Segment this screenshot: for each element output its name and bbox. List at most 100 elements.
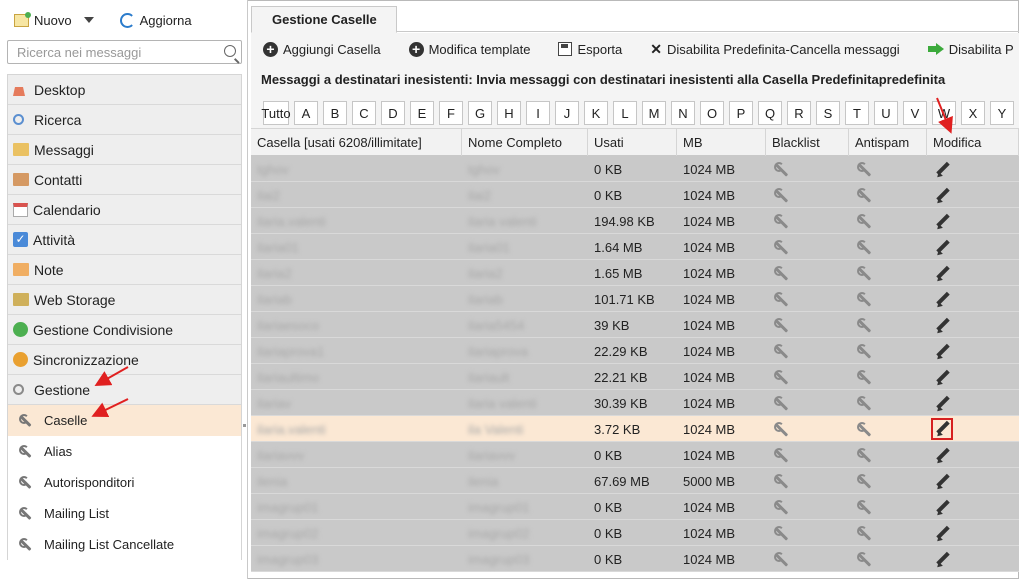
sidebar-subitem-mailing-list-cancellate[interactable]: Mailing List Cancellate <box>8 529 241 560</box>
antispam-wrench-icon[interactable] <box>856 474 874 490</box>
letter-filter-h[interactable]: H <box>497 101 521 125</box>
column-header[interactable]: Blacklist <box>766 129 849 156</box>
sidebar-subitem-mailing-list[interactable]: Mailing List <box>8 498 241 529</box>
blacklist-wrench-icon[interactable] <box>773 526 791 542</box>
antispam-wrench-icon[interactable] <box>856 162 874 178</box>
table-row[interactable]: imagrup02 imagrup02 0 KB 1024 MB <box>251 520 1019 546</box>
letter-filter-d[interactable]: D <box>381 101 405 125</box>
blacklist-wrench-icon[interactable] <box>773 240 791 256</box>
letter-filter-r[interactable]: R <box>787 101 811 125</box>
column-header[interactable]: Casella [usati 6208/illimitate] <box>251 129 462 156</box>
blacklist-wrench-icon[interactable] <box>773 162 791 178</box>
blacklist-wrench-icon[interactable] <box>773 344 791 360</box>
sidebar-item-calendario[interactable]: Calendario <box>8 195 241 225</box>
search-icon[interactable] <box>224 45 236 57</box>
letter-filter-n[interactable]: N <box>671 101 695 125</box>
letter-filter-b[interactable]: B <box>323 101 347 125</box>
antispam-wrench-icon[interactable] <box>856 526 874 542</box>
antispam-wrench-icon[interactable] <box>856 448 874 464</box>
edit-pencil-icon[interactable] <box>934 474 952 490</box>
table-row[interactable]: ilai2 ilai2 0 KB 1024 MB <box>251 182 1019 208</box>
search-input[interactable] <box>8 41 208 63</box>
letter-filter-e[interactable]: E <box>410 101 434 125</box>
blacklist-wrench-icon[interactable] <box>773 474 791 490</box>
sidebar-item-contatti[interactable]: Contatti <box>8 165 241 195</box>
sidebar-subitem-alias[interactable]: Alias <box>8 436 241 467</box>
letter-filter-w[interactable]: W <box>932 101 956 125</box>
edit-pencil-icon[interactable] <box>934 266 952 282</box>
sidebar-item-gestione[interactable]: Gestione <box>8 375 241 405</box>
letter-filter-y[interactable]: Y <box>990 101 1014 125</box>
sidebar-item-attivit-[interactable]: ✓ Attività <box>8 225 241 255</box>
disable-default-button[interactable]: ✕ Disabilita Predefinita-Cancella messag… <box>650 41 899 58</box>
blacklist-wrench-icon[interactable] <box>773 266 791 282</box>
edit-pencil-icon[interactable] <box>934 292 952 308</box>
antispam-wrench-icon[interactable] <box>856 370 874 386</box>
edit-pencil-icon[interactable] <box>934 500 952 516</box>
table-row[interactable]: ilariaesoco ilaria5454 39 KB 1024 MB <box>251 312 1019 338</box>
table-row[interactable]: ilariaultimo ilariault 22.21 KB 1024 MB <box>251 364 1019 390</box>
letter-filter-p[interactable]: P <box>729 101 753 125</box>
letter-filter-u[interactable]: U <box>874 101 898 125</box>
blacklist-wrench-icon[interactable] <box>773 318 791 334</box>
column-header[interactable]: Nome Completo <box>462 129 588 156</box>
antispam-wrench-icon[interactable] <box>856 552 874 568</box>
table-row[interactable]: ilariab ilariab 101.71 KB 1024 MB <box>251 286 1019 312</box>
edit-pencil-icon[interactable] <box>934 370 952 386</box>
disable-p-button[interactable]: Disabilita P <box>927 42 1014 57</box>
letter-filter-o[interactable]: O <box>700 101 724 125</box>
table-row[interactable]: ilariav ilaria valenti 30.39 KB 1024 MB <box>251 390 1019 416</box>
edit-pencil-icon[interactable] <box>934 214 952 230</box>
letter-filter-c[interactable]: C <box>352 101 376 125</box>
chevron-down-icon[interactable] <box>83 17 94 23</box>
antispam-wrench-icon[interactable] <box>856 422 874 438</box>
sidebar-item-note[interactable]: Note <box>8 255 241 285</box>
letter-filter-g[interactable]: G <box>468 101 492 125</box>
sidebar-item-web-storage[interactable]: Web Storage <box>8 285 241 315</box>
edit-pencil-icon[interactable] <box>934 448 952 464</box>
sidebar-item-sincronizzazione[interactable]: Sincronizzazione <box>8 345 241 375</box>
antispam-wrench-icon[interactable] <box>856 188 874 204</box>
table-row[interactable]: ilaria2 ilaria2 1.65 MB 1024 MB <box>251 260 1019 286</box>
sidebar-resize-handle[interactable] <box>243 424 246 427</box>
edit-pencil-icon[interactable] <box>934 162 952 178</box>
antispam-wrench-icon[interactable] <box>856 500 874 516</box>
column-header[interactable]: Modifica <box>927 129 1019 156</box>
table-row[interactable]: imagrup01 imagrup01 0 KB 1024 MB <box>251 494 1019 520</box>
table-row[interactable]: ilaria.valenti ilaria valenti 194.98 KB 102… <box>251 208 1019 234</box>
column-header[interactable]: Antispam <box>849 129 927 156</box>
blacklist-wrench-icon[interactable] <box>773 214 791 230</box>
sidebar-item-messaggi[interactable]: Messaggi <box>8 135 241 165</box>
column-header[interactable]: MB <box>677 129 766 156</box>
tab-gestione-caselle[interactable]: Gestione Caselle <box>251 6 397 33</box>
blacklist-wrench-icon[interactable] <box>773 370 791 386</box>
antispam-wrench-icon[interactable] <box>856 240 874 256</box>
blacklist-wrench-icon[interactable] <box>773 292 791 308</box>
table-row[interactable]: ilariavvv ilariavvv 0 KB 1024 MB <box>251 442 1019 468</box>
sidebar-item-gestione-condivisione[interactable]: Gestione Condivisione <box>8 315 241 345</box>
letter-filter-f[interactable]: F <box>439 101 463 125</box>
edit-pencil-icon[interactable] <box>934 526 952 542</box>
edit-pencil-icon[interactable] <box>934 396 952 412</box>
antispam-wrench-icon[interactable] <box>856 292 874 308</box>
table-row[interactable]: ilaria.valenti ila Valenti 3.72 KB 1024 MB <box>251 416 1019 442</box>
letter-filter-s[interactable]: S <box>816 101 840 125</box>
antispam-wrench-icon[interactable] <box>856 396 874 412</box>
letter-filter-x[interactable]: X <box>961 101 985 125</box>
letter-filter-i[interactable]: I <box>526 101 550 125</box>
sidebar-item-desktop[interactable]: Desktop <box>8 75 241 105</box>
letter-filter-k[interactable]: K <box>584 101 608 125</box>
antispam-wrench-icon[interactable] <box>856 318 874 334</box>
table-row[interactable]: ilenia ilenia 67.69 MB 5000 MB <box>251 468 1019 494</box>
export-button[interactable]: Esporta <box>558 42 622 57</box>
add-mailbox-button[interactable]: + Aggiungi Casella <box>263 41 381 57</box>
edit-pencil-icon[interactable] <box>934 421 952 437</box>
edit-pencil-icon[interactable] <box>934 318 952 334</box>
edit-pencil-icon[interactable] <box>934 188 952 204</box>
table-row[interactable]: ilaria01 ilaria01 1.64 MB 1024 MB <box>251 234 1019 260</box>
antispam-wrench-icon[interactable] <box>856 214 874 230</box>
edit-highlight-box[interactable] <box>931 418 953 440</box>
letter-filter-l[interactable]: L <box>613 101 637 125</box>
table-row[interactable]: tghov tghov 0 KB 1024 MB <box>251 156 1019 182</box>
blacklist-wrench-icon[interactable] <box>773 448 791 464</box>
